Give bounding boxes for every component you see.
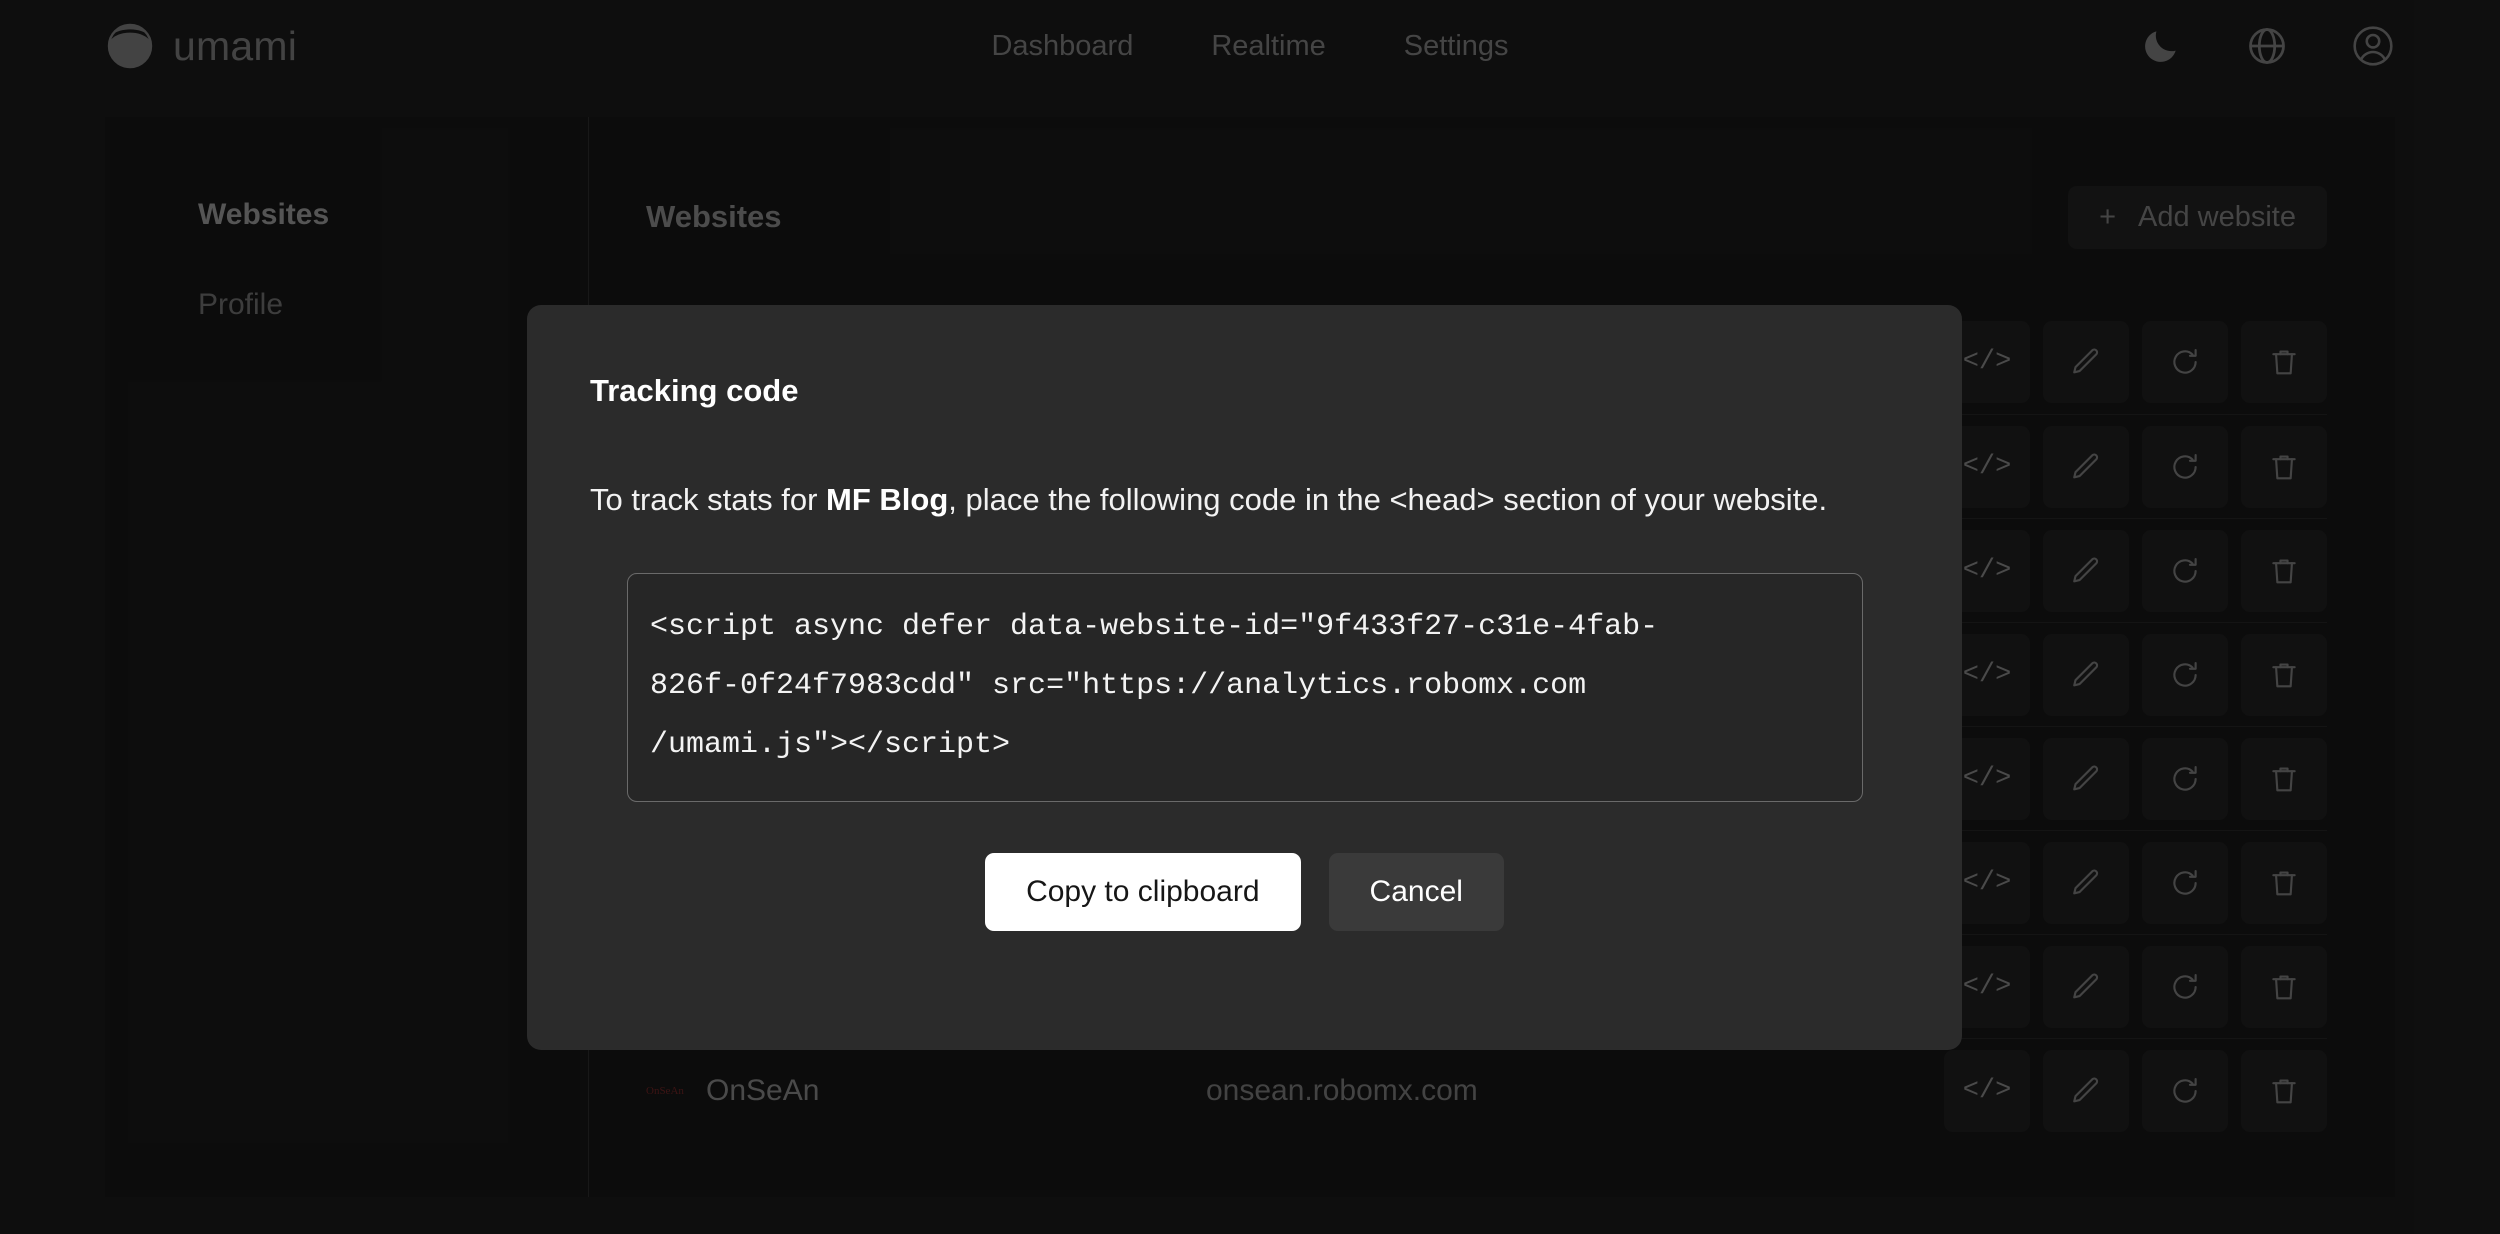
cancel-button[interactable]: Cancel	[1329, 853, 1504, 931]
copy-to-clipboard-button[interactable]: Copy to clipboard	[985, 853, 1300, 931]
description-prefix: To track stats for	[590, 482, 826, 517]
code-line: <script async defer data-website-id="9f4…	[650, 598, 1840, 657]
code-line: 826f-0f24f7983cdd" src="https://analytic…	[650, 657, 1840, 716]
website-name: MF Blog	[826, 482, 948, 517]
description-suffix: , place the following code in the <head>…	[948, 482, 1827, 517]
tracking-code-field[interactable]: <script async defer data-website-id="9f4…	[627, 573, 1863, 802]
modal-title: Tracking code	[590, 371, 1899, 411]
code-line: /umami.js"></script>	[650, 716, 1840, 775]
modal-actions: Copy to clipboard Cancel	[590, 853, 1899, 931]
modal-description: To track stats for MF Blog, place the fo…	[590, 471, 1835, 529]
tracking-code-modal: Tracking code To track stats for MF Blog…	[527, 305, 1962, 1050]
